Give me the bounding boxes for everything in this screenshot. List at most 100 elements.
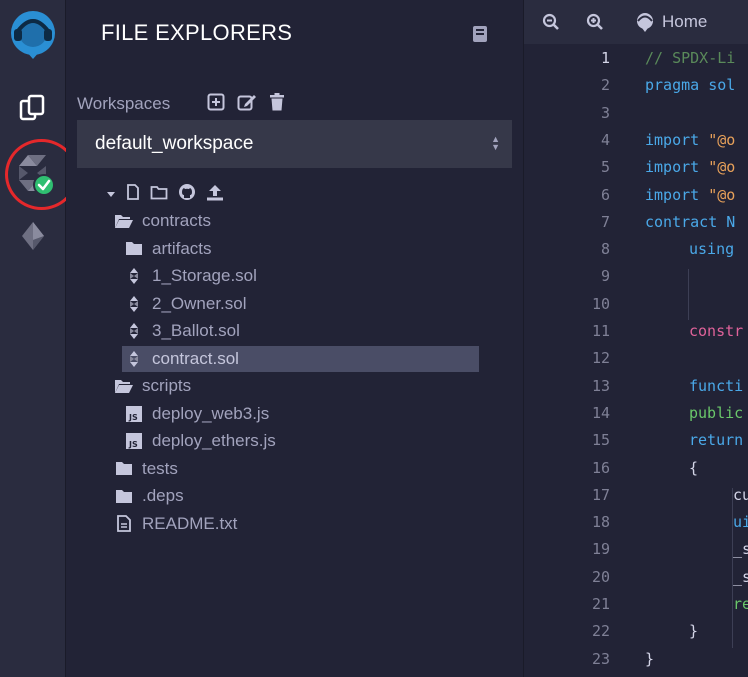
code-line: ui — [733, 513, 748, 532]
line-number: 7 — [600, 212, 610, 231]
code-line: import "@o — [645, 130, 736, 149]
tree-file[interactable]: README.txt — [114, 511, 237, 537]
line-number: 19 — [591, 540, 610, 559]
line-number: 2 — [600, 76, 610, 95]
tree-item-label: scripts — [142, 376, 192, 395]
code-line: import "@o — [645, 185, 736, 204]
tree-file[interactable]: JS deploy_ethers.js — [124, 428, 276, 454]
code-line: { — [689, 458, 699, 477]
line-number: 16 — [591, 458, 610, 477]
editor-tab-bar: Home — [524, 0, 748, 44]
tree-folder[interactable]: scripts — [114, 373, 191, 399]
icon-rail — [0, 0, 78, 677]
tree-folder[interactable]: tests — [114, 456, 178, 482]
tree-item-label: tests — [142, 458, 178, 478]
folder-icon — [124, 241, 144, 256]
line-number: 18 — [591, 513, 610, 532]
tree-file[interactable]: contract.sol — [122, 345, 479, 372]
folder-open-icon — [114, 379, 134, 394]
tab-home[interactable]: Home — [634, 12, 707, 32]
line-number: 3 — [600, 103, 610, 122]
upload-icon[interactable] — [206, 184, 224, 206]
tree-item-label: 1_Storage.sol — [152, 266, 257, 285]
deploy-run-icon[interactable] — [0, 216, 66, 256]
code-line: pragma sol — [645, 76, 736, 95]
tree-item-label: contracts — [142, 211, 211, 230]
workspace-select[interactable]: default_workspace ▲ ▼ — [77, 120, 512, 168]
js-file-icon: JS — [124, 405, 144, 422]
tree-item-label: 3_Ballot.sol — [152, 321, 240, 340]
tree-item-label: deploy_ethers.js — [152, 431, 276, 450]
js-file-icon: JS — [124, 433, 144, 449]
line-number: 22 — [591, 622, 610, 641]
code-line: cu — [733, 485, 748, 504]
code-line: public — [689, 403, 744, 422]
tree-folder[interactable]: .deps — [114, 483, 184, 509]
workspace-actions — [207, 93, 285, 116]
folder-open-icon — [114, 214, 134, 229]
tree-item-label: 2_Owner.sol — [152, 293, 247, 313]
solidity-file-icon — [124, 267, 144, 285]
new-file-icon[interactable] — [126, 184, 140, 205]
line-number: 14 — [591, 403, 610, 422]
line-number: 13 — [591, 376, 610, 395]
file-explorer-icon[interactable] — [0, 88, 66, 128]
code-line: return — [689, 431, 744, 450]
delete-workspace-icon[interactable] — [269, 93, 285, 116]
code-line: re — [733, 595, 748, 613]
tree-folder[interactable]: artifacts — [124, 236, 212, 262]
line-number-gutter: 1 2 3 4 5 6 7 8 9 10 11 12 13 14 15 16 17 18 19 20 21 22 23 — [524, 44, 634, 677]
home-tab-label: Home — [662, 12, 708, 31]
solidity-file-icon — [124, 350, 144, 368]
select-caret-icon: ▲ ▼ — [491, 134, 500, 152]
line-number: 6 — [600, 185, 610, 204]
code-line: constr — [689, 322, 744, 340]
github-icon[interactable] — [178, 183, 196, 206]
line-number: 9 — [600, 267, 610, 286]
line-number: 8 — [600, 240, 610, 259]
code-line: import "@o — [645, 158, 736, 177]
tree-item-label: contract.sol — [152, 348, 239, 368]
tree-item-label: artifacts — [152, 238, 212, 258]
line-number: 11 — [591, 322, 610, 340]
new-folder-icon[interactable] — [150, 185, 168, 205]
zoom-out-icon[interactable] — [542, 13, 560, 36]
tree-item-label: .deps — [142, 486, 184, 505]
panel-title: FILE EXPLORERS — [101, 20, 293, 45]
line-number: 5 — [600, 158, 610, 177]
code-line: } — [645, 649, 655, 668]
indent-guide — [732, 487, 733, 648]
book-icon[interactable] — [472, 25, 488, 48]
code-line: contract N — [645, 212, 736, 231]
rename-workspace-icon[interactable] — [237, 93, 257, 116]
line-number: 17 — [591, 485, 610, 504]
file-explorer-panel: FILE EXPLORERS Workspaces default_worksp… — [66, 0, 523, 677]
remix-logo-icon[interactable] — [0, 6, 66, 62]
workspaces-label: Workspaces — [77, 94, 171, 113]
code-line: } — [689, 622, 699, 641]
solidity-file-icon — [124, 322, 144, 340]
line-number: 20 — [591, 567, 610, 586]
line-number: 4 — [600, 130, 610, 149]
add-workspace-icon[interactable] — [207, 93, 225, 116]
tree-folder[interactable]: contracts — [114, 208, 211, 234]
code-line: functi — [689, 376, 744, 395]
code-area[interactable]: // SPDX-Li pragma sol import "@o import "@o… — [645, 44, 748, 677]
line-number: 1 — [600, 49, 610, 67]
tree-toolbar — [106, 183, 224, 206]
line-number: 15 — [591, 431, 610, 450]
code-line: _s — [733, 567, 748, 586]
indent-guide — [688, 269, 689, 320]
zoom-in-icon[interactable] — [586, 13, 604, 36]
tree-file[interactable]: JS deploy_web3.js — [124, 401, 269, 427]
tree-file[interactable]: 2_Owner.sol — [124, 291, 247, 317]
workspace-select-value: default_workspace — [95, 133, 254, 154]
tree-file[interactable]: 3_Ballot.sol — [124, 318, 240, 344]
code-line: _s — [733, 540, 748, 559]
tree-item-label: README.txt — [142, 513, 238, 533]
solidity-compiler-icon[interactable] — [0, 150, 66, 200]
collapse-caret-icon[interactable] — [106, 186, 116, 204]
folder-icon — [114, 489, 134, 504]
tree-file[interactable]: 1_Storage.sol — [124, 263, 257, 289]
line-number: 12 — [591, 349, 610, 368]
